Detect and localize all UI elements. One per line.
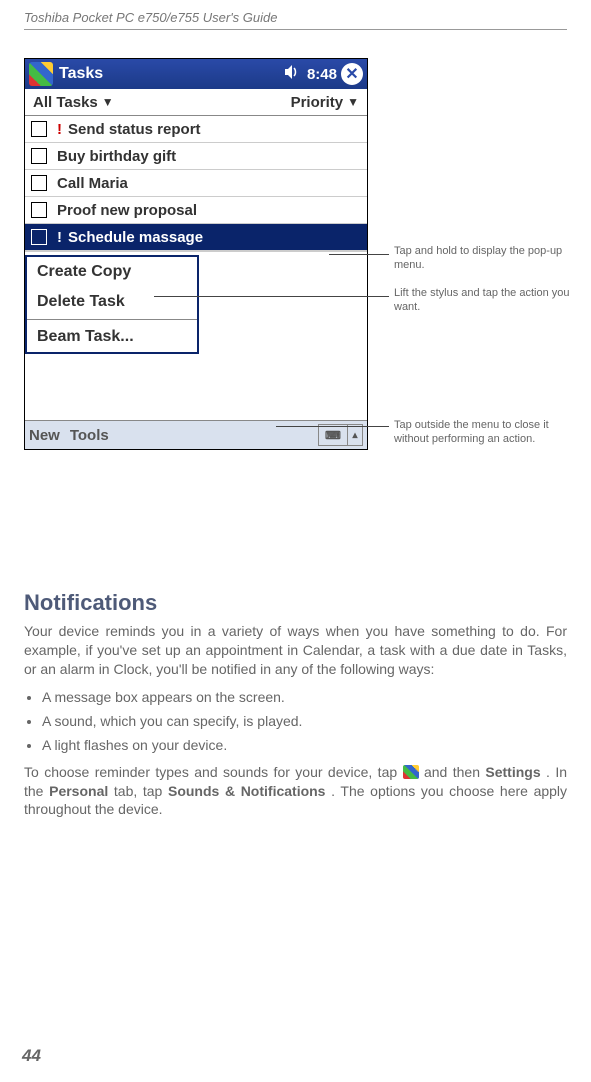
- task-label: Proof new proposal: [57, 202, 197, 219]
- context-create-copy[interactable]: Create Copy: [27, 257, 197, 287]
- callout-text-lift: Lift the stylus and tap the action you w…: [394, 286, 574, 315]
- bold-term: Settings: [485, 764, 540, 780]
- page-number: 44: [22, 1046, 41, 1066]
- checkbox[interactable]: [31, 175, 47, 191]
- task-label: Schedule massage: [68, 229, 203, 246]
- checkbox[interactable]: [31, 121, 47, 137]
- callout-line: [154, 296, 389, 297]
- sip-keyboard-icon[interactable]: ⌨: [318, 424, 348, 446]
- windows-flag-icon: [403, 765, 419, 779]
- bullet-list: A message box appears on the screen. A s…: [24, 689, 567, 753]
- context-delete-task[interactable]: Delete Task: [27, 287, 197, 317]
- callout-line: [329, 254, 389, 255]
- list-item[interactable]: ! Send status report: [25, 116, 367, 143]
- bullet-item: A light flashes on your device.: [42, 737, 567, 753]
- task-label: Buy birthday gift: [57, 148, 176, 165]
- callout-line: [276, 426, 389, 427]
- callout-text-hold: Tap and hold to display the pop-up menu.: [394, 244, 574, 273]
- body-paragraph: Your device reminds you in a variety of …: [24, 622, 567, 679]
- category-bar: All Tasks ▼ Priority ▼: [25, 89, 367, 116]
- category-filter[interactable]: All Tasks: [33, 94, 98, 111]
- context-beam-task[interactable]: Beam Task...: [27, 322, 197, 352]
- list-item[interactable]: Call Maria: [25, 170, 367, 197]
- chevron-down-icon[interactable]: ▼: [347, 95, 359, 109]
- context-menu: Create Copy Delete Task Beam Task...: [25, 255, 199, 354]
- text-run: To choose reminder types and sounds for …: [24, 764, 403, 780]
- priority-icon: !: [57, 121, 62, 138]
- callout-text-outside: Tap outside the menu to close it without…: [394, 418, 574, 447]
- section-heading: Notifications: [24, 590, 567, 616]
- checkbox[interactable]: [31, 148, 47, 164]
- list-item[interactable]: Proof new proposal: [25, 197, 367, 224]
- list-item[interactable]: ! Schedule massage: [25, 224, 367, 251]
- titlebar: Tasks 8:48 ✕: [25, 59, 367, 89]
- text-run: tab, tap: [114, 783, 168, 799]
- checkbox[interactable]: [31, 202, 47, 218]
- command-bar: New Tools ⌨ ▴: [25, 420, 367, 449]
- checkbox[interactable]: [31, 229, 47, 245]
- device-screenshot: Tasks 8:48 ✕ All Tasks ▼ Priority ▼ !: [24, 58, 368, 450]
- new-button[interactable]: New: [29, 427, 60, 444]
- body-paragraph: To choose reminder types and sounds for …: [24, 763, 567, 820]
- start-menu-icon[interactable]: [29, 62, 53, 86]
- sip-arrow-icon[interactable]: ▴: [348, 424, 363, 446]
- page-header: Toshiba Pocket PC e750/e755 User's Guide: [24, 10, 567, 30]
- tools-button[interactable]: Tools: [70, 427, 109, 444]
- task-list: ! Send status report Buy birthday gift C…: [25, 116, 367, 251]
- bullet-item: A sound, which you can specify, is playe…: [42, 713, 567, 729]
- clock-time[interactable]: 8:48: [307, 66, 337, 83]
- bullet-item: A message box appears on the screen.: [42, 689, 567, 705]
- figure-area: Tasks 8:48 ✕ All Tasks ▼ Priority ▼ !: [24, 58, 567, 578]
- chevron-down-icon[interactable]: ▼: [102, 95, 114, 109]
- bold-term: Sounds & Notifications: [168, 783, 326, 799]
- volume-icon[interactable]: [283, 64, 299, 85]
- text-run: and then: [424, 764, 485, 780]
- priority-icon: !: [57, 229, 62, 246]
- menu-divider: [27, 319, 197, 320]
- list-item[interactable]: Buy birthday gift: [25, 143, 367, 170]
- bold-term: Personal: [49, 783, 108, 799]
- task-label: Call Maria: [57, 175, 128, 192]
- app-title: Tasks: [59, 65, 279, 83]
- close-icon[interactable]: ✕: [341, 63, 363, 85]
- sort-filter[interactable]: Priority: [291, 94, 344, 111]
- task-label: Send status report: [68, 121, 201, 138]
